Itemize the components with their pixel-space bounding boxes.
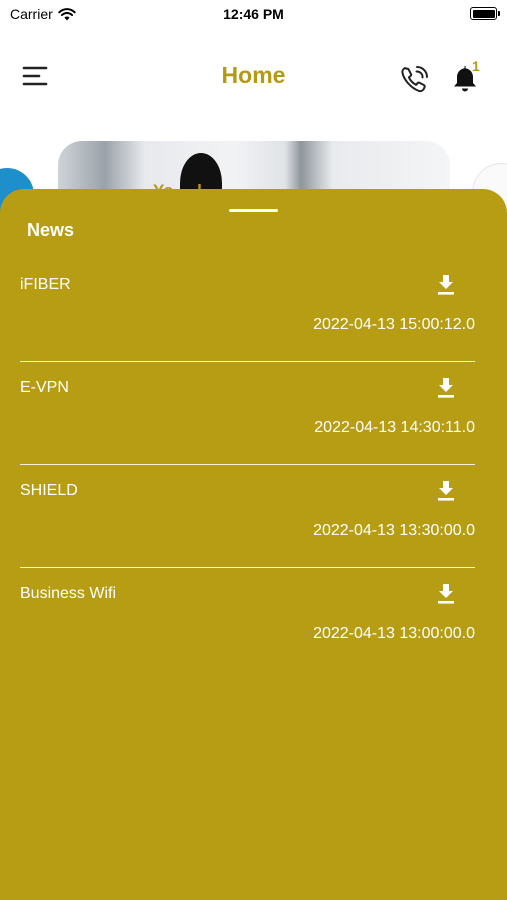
download-button[interactable] (435, 479, 457, 503)
download-button[interactable] (435, 376, 457, 400)
news-item[interactable]: iFIBER 2022-04-13 15:00:12.0 (20, 259, 475, 362)
download-icon (438, 275, 454, 295)
news-item-date: 2022-04-13 13:30:00.0 (313, 522, 475, 539)
download-icon (438, 481, 454, 501)
news-item-date: 2022-04-13 13:00:00.0 (313, 625, 475, 642)
battery-icon (470, 7, 500, 20)
sheet-drag-handle[interactable] (229, 209, 278, 212)
news-item-date: 2022-04-13 15:00:12.0 (313, 316, 475, 333)
download-icon (438, 378, 454, 398)
phone-call-icon (401, 66, 428, 93)
notification-count-badge: 1 (472, 58, 480, 74)
call-button[interactable] (398, 62, 432, 96)
news-item-title: Business Wifi (20, 585, 117, 602)
news-item-title: iFIBER (20, 276, 71, 293)
hamburger-menu-icon (22, 66, 48, 86)
download-button[interactable] (435, 582, 457, 606)
download-icon (438, 584, 454, 604)
app-header: Home (0, 50, 507, 105)
status-bar: Carrier 12:46 PM (0, 0, 507, 30)
status-time: 12:46 PM (223, 6, 284, 22)
news-item-date: 2022-04-13 14:30:11.0 (314, 419, 475, 436)
news-item[interactable]: E-VPN 2022-04-13 14:30:11.0 (20, 362, 475, 465)
news-item-title: SHIELD (20, 482, 78, 499)
menu-button[interactable] (22, 64, 50, 88)
news-heading: News (27, 220, 75, 240)
news-item[interactable]: Business Wifi 2022-04-13 13:00:00.0 (20, 568, 475, 671)
news-list: iFIBER 2022-04-13 15:00:12.0 E-VPN 2022-… (20, 259, 475, 671)
news-item-title: E-VPN (20, 379, 69, 396)
download-button[interactable] (435, 273, 457, 297)
news-bottom-sheet: News iFIBER 2022-04-13 15:00:12.0 E-VPN … (0, 189, 507, 900)
news-item[interactable]: SHIELD 2022-04-13 13:30:00.0 (20, 465, 475, 568)
